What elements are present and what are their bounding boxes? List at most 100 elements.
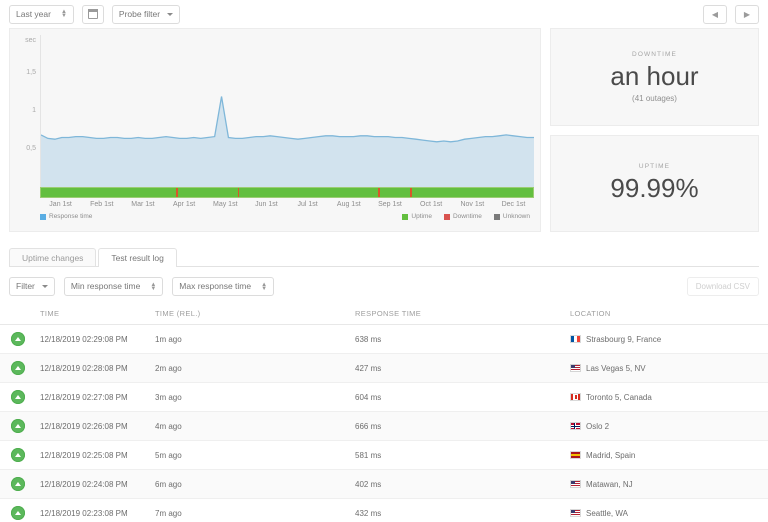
probe-filter-label: Probe filter bbox=[118, 8, 161, 19]
location-cell: Oslo 2 bbox=[570, 411, 768, 441]
response-time-area-chart bbox=[41, 35, 534, 187]
time-relative-cell: 1m ago bbox=[155, 324, 355, 354]
stepper-icon[interactable]: ▲ ▼ bbox=[61, 9, 67, 19]
max-response-time-input[interactable]: Max response time ▲ ▼ bbox=[172, 277, 275, 296]
status-cell bbox=[0, 440, 40, 470]
time-cell: 12/18/2019 02:25:08 PM bbox=[40, 440, 155, 470]
col-time-relative[interactable]: TIME (REL.) bbox=[155, 304, 355, 325]
location-label: Oslo 2 bbox=[586, 421, 610, 431]
status-cell bbox=[0, 469, 40, 499]
uptime-card: UPTIME 99.99% bbox=[550, 134, 759, 232]
status-up-icon bbox=[11, 448, 25, 462]
legend-label-uptime: Uptime bbox=[411, 213, 432, 220]
col-time[interactable]: TIME bbox=[40, 304, 155, 325]
uptime-status-bar[interactable] bbox=[40, 187, 534, 198]
stepper-icon[interactable]: ▲ ▼ bbox=[150, 282, 156, 292]
x-tick-5: Jun 1st bbox=[255, 201, 278, 208]
location-label: Las Vegas 5, NV bbox=[586, 363, 646, 373]
time-relative-cell: 3m ago bbox=[155, 382, 355, 412]
tab-test-result-log[interactable]: Test result log bbox=[98, 247, 177, 267]
date-range-label: Last year bbox=[16, 8, 51, 19]
time-relative-cell: 4m ago bbox=[155, 411, 355, 441]
filter-label: Filter bbox=[16, 281, 35, 292]
x-tick-10: Nov 1st bbox=[460, 201, 485, 208]
stat-cards: DOWNTIME an hour (41 outages) UPTIME 99.… bbox=[550, 28, 759, 232]
calendar-icon bbox=[87, 8, 99, 19]
uptime-value: 99.99% bbox=[610, 173, 699, 204]
y-tick-1-5: 1,5 bbox=[26, 69, 36, 76]
col-response-time[interactable]: RESPONSE TIME bbox=[355, 304, 570, 325]
time-relative-cell: 6m ago bbox=[155, 469, 355, 499]
legend-item-unknown: Unknown bbox=[493, 213, 530, 220]
table-row[interactable]: 12/18/2019 02:26:08 PM 4m ago 666 ms Oslo 2 bbox=[0, 411, 768, 441]
time-cell: 12/18/2019 02:27:08 PM bbox=[40, 382, 155, 412]
outage-mark-2 bbox=[378, 188, 380, 197]
filter-dropdown[interactable]: Filter bbox=[9, 277, 55, 296]
status-cell bbox=[0, 411, 40, 441]
response-time-cell: 581 ms bbox=[355, 440, 570, 470]
downtime-value: an hour bbox=[610, 60, 699, 91]
table-row[interactable]: 12/18/2019 02:28:08 PM 2m ago 427 ms Las Ve… bbox=[0, 353, 768, 383]
next-period-button[interactable]: ▶ bbox=[735, 4, 759, 24]
flag-icon-spain bbox=[570, 451, 581, 459]
col-status bbox=[0, 304, 40, 325]
legend-label-downtime: Downtime bbox=[452, 213, 482, 220]
flag-icon-france bbox=[570, 335, 581, 343]
outage-mark-0 bbox=[176, 188, 178, 197]
chart-plot-area bbox=[40, 35, 534, 187]
table-row[interactable]: 12/18/2019 02:23:08 PM 7m ago 432 ms Seattl… bbox=[0, 498, 768, 522]
downtime-caption: DOWNTIME bbox=[632, 50, 677, 58]
filter-bar: Filter Min response time ▲ ▼ Max response… bbox=[0, 267, 768, 296]
chart-y-axis: sec 1,5 1 0,5 bbox=[16, 35, 40, 187]
legend-item-uptime: Uptime bbox=[402, 213, 432, 220]
status-up-icon bbox=[11, 361, 25, 375]
outage-mark-3 bbox=[410, 188, 412, 197]
table-row[interactable]: 12/18/2019 02:29:08 PM 1m ago 638 ms Strasb… bbox=[0, 324, 768, 354]
calendar-button[interactable] bbox=[81, 4, 104, 24]
time-relative-cell: 7m ago bbox=[155, 498, 355, 522]
x-tick-6: Jul 1st bbox=[297, 201, 318, 208]
table-row[interactable]: 12/18/2019 02:27:08 PM 3m ago 604 ms Toront… bbox=[0, 382, 768, 412]
stepper-icon[interactable]: ▲ ▼ bbox=[261, 282, 267, 292]
tab-uptime-changes[interactable]: Uptime changes bbox=[9, 247, 97, 266]
status-cell bbox=[0, 498, 40, 522]
col-location[interactable]: LOCATION bbox=[570, 304, 768, 325]
date-range-select[interactable]: Last year ▲ ▼ bbox=[9, 4, 74, 24]
status-cell bbox=[0, 382, 40, 412]
prev-period-button[interactable]: ◀ bbox=[703, 4, 727, 24]
test-result-log-table: TIME TIME (REL.) RESPONSE TIME LOCATION … bbox=[0, 304, 768, 522]
table-row[interactable]: 12/18/2019 02:25:08 PM 5m ago 581 ms Madrid… bbox=[0, 440, 768, 470]
location-label: Seattle, WA bbox=[586, 508, 628, 518]
legend-item-downtime: Downtime bbox=[443, 213, 482, 220]
x-tick-3: Apr 1st bbox=[173, 201, 196, 208]
location-cell: Madrid, Spain bbox=[570, 440, 768, 470]
flag-icon-usa bbox=[570, 364, 581, 372]
time-cell: 12/18/2019 02:28:08 PM bbox=[40, 353, 155, 383]
status-up-icon bbox=[11, 506, 25, 520]
status-up-icon bbox=[11, 332, 25, 346]
time-cell: 12/18/2019 02:24:08 PM bbox=[40, 469, 155, 499]
min-response-time-input[interactable]: Min response time ▲ ▼ bbox=[63, 277, 164, 296]
x-tick-4: May 1st bbox=[213, 201, 238, 208]
response-time-cell: 402 ms bbox=[355, 469, 570, 499]
x-tick-2: Mar 1st bbox=[131, 201, 155, 208]
download-csv-button[interactable]: Download CSV bbox=[686, 277, 759, 296]
location-cell: Strasbourg 9, France bbox=[570, 324, 768, 354]
table-header-row: TIME TIME (REL.) RESPONSE TIME LOCATION bbox=[0, 304, 768, 325]
x-tick-0: Jan 1st bbox=[49, 201, 72, 208]
time-cell: 12/18/2019 02:29:08 PM bbox=[40, 324, 155, 354]
probe-filter-dropdown[interactable]: Probe filter bbox=[111, 4, 181, 24]
legend-swatch-unknown bbox=[493, 213, 500, 220]
chevron-down-icon bbox=[167, 12, 174, 16]
location-cell: Matawan, NJ bbox=[570, 469, 768, 499]
response-time-cell: 666 ms bbox=[355, 411, 570, 441]
chevron-right-icon: ▶ bbox=[743, 9, 751, 19]
y-tick-0-5: 0,5 bbox=[26, 145, 36, 152]
dashboard-panels: Max: 1,042 ms, Min: 502 ms, Avg: 573 ms … bbox=[0, 28, 768, 232]
flag-icon-usa bbox=[570, 509, 581, 517]
table-row[interactable]: 12/18/2019 02:24:08 PM 6m ago 402 ms Matawa… bbox=[0, 469, 768, 499]
location-cell: Toronto 5, Canada bbox=[570, 382, 768, 412]
legend-swatch-downtime bbox=[443, 213, 450, 220]
flag-icon-norway bbox=[570, 422, 581, 430]
table-head: TIME TIME (REL.) RESPONSE TIME LOCATION bbox=[0, 304, 768, 325]
